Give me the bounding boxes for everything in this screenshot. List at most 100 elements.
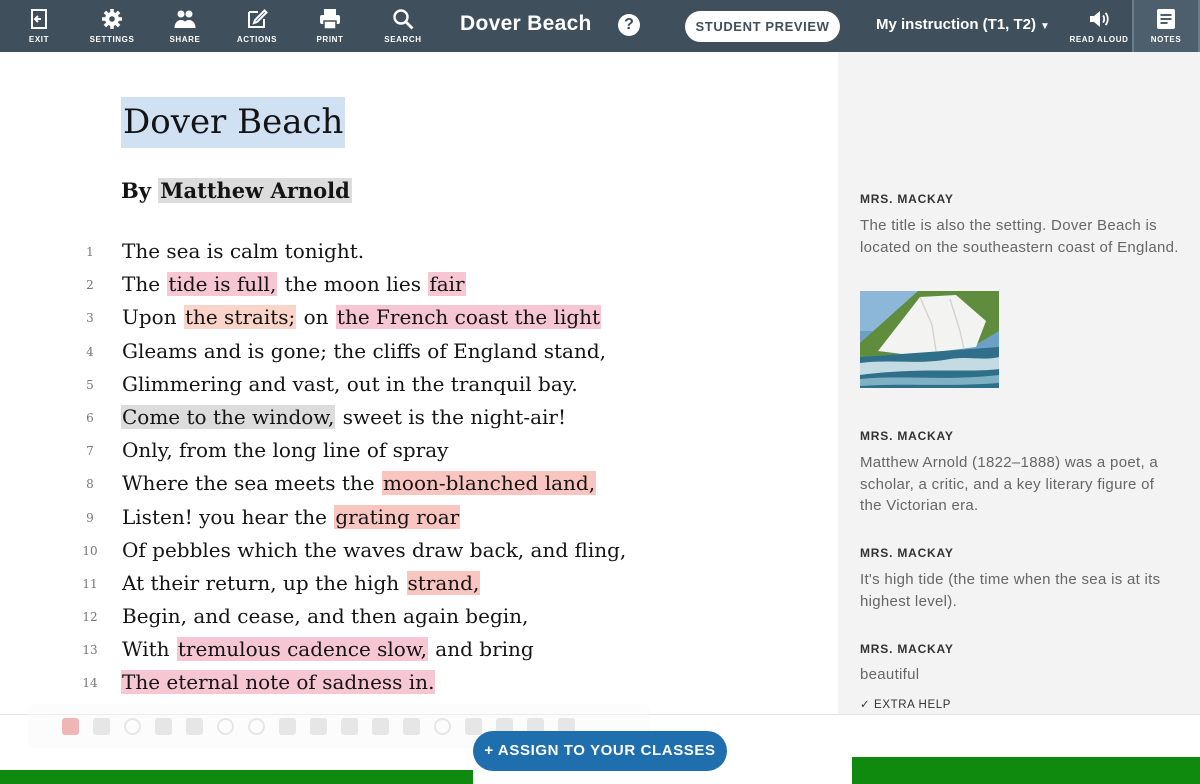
poem-line: 14 The eternal note of sadness in. [0,666,838,699]
line-number: 1 [86,245,94,259]
print-button[interactable]: PRINT [295,0,365,52]
poem-lines: 1 The sea is calm tonight. 2 The tide is fu… [0,235,838,700]
read-aloud-button[interactable]: READ ALOUD [1064,0,1134,52]
highlighted-phrase[interactable]: tide is full, [167,272,278,297]
exit-button[interactable]: EXIT [4,0,74,52]
highlighted-phrase[interactable]: the French coast the light [335,305,602,330]
extra-help-link[interactable]: ✓ EXTRA HELP [860,697,951,711]
search-button[interactable]: SEARCH [368,0,438,52]
line-text: Of pebbles which the waves draw back, an… [121,536,627,565]
poem-line: 7 Only, from the long line of spray [0,434,838,467]
instruction-select[interactable]: My instruction (T1, T2) ▼ [876,16,1050,33]
line-number: 4 [86,344,94,359]
text-segment: the moon lies [278,272,428,297]
text-segment: The [122,272,167,297]
highlighted-phrase[interactable]: strand, [406,570,481,595]
extra-help-label: EXTRA HELP [874,699,951,711]
line-text: Upon the straits; on the French coast th… [121,303,602,332]
text-segment: on [297,305,335,330]
line-text: Gleams and is gone; the cliffs of Englan… [121,337,607,366]
text-segment: With [122,637,176,662]
emoji-icon[interactable] [434,717,451,735]
record-icon[interactable] [62,717,79,735]
text-segment: Begin, and cease, and then again begin, [122,604,529,629]
highlighted-phrase[interactable]: The eternal note of sadness in. [121,670,436,695]
student-preview-button[interactable]: STUDENT PREVIEW [685,11,840,42]
pin-icon: ✓ [860,699,871,711]
line-text: The tide is full, the moon lies fair [121,270,466,299]
text-segment: Listen! you hear the [122,504,334,529]
line-number: 8 [86,477,94,492]
poem-line: 5 Glimmering and vast, out in the tranqui… [0,368,838,401]
gear-icon [102,9,122,29]
line-number: 3 [86,311,94,326]
box-select-icon[interactable] [310,717,327,735]
magic-wand-icon[interactable] [403,717,420,735]
text-tool-icon[interactable] [341,717,358,735]
trash-icon[interactable] [155,717,172,735]
search-label: SEARCH [384,35,422,44]
edit-icon [248,9,268,28]
undo-icon[interactable] [124,717,141,735]
text-segment: The sea is calm tonight. [122,239,365,263]
pause-icon[interactable] [93,717,110,735]
line-number: 11 [82,576,98,591]
pointer-icon[interactable] [279,717,296,735]
notes-label: NOTES [1150,35,1182,44]
author-name[interactable]: Matthew Arnold [158,178,352,203]
poem-line: 1 The sea is calm tonight. [0,235,838,268]
line-text: Glimmering and vast, out in the tranquil… [121,370,579,399]
top-toolbar: EXIT SETTINGS SHARE ACTIONS PRINT SEARCH… [0,0,1200,52]
print-label: PRINT [316,35,344,44]
zoom-icon[interactable] [248,717,265,735]
footer-green-bar [0,770,473,784]
line-text: Begin, and cease, and then again begin, [121,602,529,631]
highlighted-phrase[interactable]: Come to the window, [121,404,336,429]
line-text: Where the sea meets the moon-blanched la… [121,469,597,498]
line-text: Listen! you hear the grating roar [121,503,461,532]
note-text: The title is also the setting. Dover Bea… [860,217,1179,256]
shape-tool-icon[interactable] [372,717,389,735]
line-text: Come to the window, sweet is the night-a… [121,403,567,432]
document-title: Dover Beach [460,12,592,35]
exit-icon [31,9,47,29]
exit-label: EXIT [28,35,50,44]
assign-to-classes-button[interactable]: + ASSIGN TO YOUR CLASSES [473,731,727,771]
line-text: The eternal note of sadness in. [121,668,436,697]
share-users-icon [174,10,196,28]
text-segment: Gleams and is gone; the cliffs of Englan… [122,338,607,363]
byline-prefix: By [121,178,159,203]
line-number: 13 [82,643,98,658]
poem-title[interactable]: Dover Beach [121,97,346,148]
white-cliffs-image[interactable] [860,291,999,388]
note-text: It's high tide (the time when the sea is… [860,571,1161,610]
poem-line: 12 Begin, and cease, and then again begin… [0,600,838,633]
highlighted-phrase[interactable]: the straits; [183,305,297,330]
spotlight-icon[interactable] [217,717,234,735]
printer-icon [320,9,340,30]
text-segment: Glimmering and vast, out in the tranquil… [122,371,578,396]
highlighted-phrase[interactable]: grating roar [334,504,461,529]
highlighted-phrase[interactable]: fair [428,272,466,297]
highlighted-phrase[interactable]: tremulous cadence slow, [176,637,428,662]
highlighter-icon[interactable] [465,717,482,735]
actions-button[interactable]: ACTIONS [222,0,292,52]
line-text: With tremulous cadence slow, and bring [121,635,535,664]
speaker-icon [1090,11,1109,27]
line-number: 6 [86,410,94,425]
share-label: SHARE [169,35,201,44]
reading-area: Dover Beach By Matthew Arnold 1 The sea i… [0,52,838,714]
line-number: 12 [82,610,98,625]
notes-button[interactable]: NOTES [1132,0,1200,52]
actions-label: ACTIONS [236,35,278,44]
poem-line: 2 The tide is full, the moon lies fair [0,268,838,301]
settings-button[interactable]: SETTINGS [77,0,147,52]
text-segment: At their return, up the high [122,570,406,595]
poem-line: 9 Listen! you hear the grating roar [0,501,838,534]
line-number: 14 [82,676,98,691]
notes-panel: MRS. MACKAY The title is also the settin… [838,52,1200,714]
help-button[interactable]: ? [618,14,640,36]
cursor-icon[interactable] [186,717,203,735]
share-button[interactable]: SHARE [150,0,220,52]
highlighted-phrase[interactable]: moon-blanched land, [381,471,597,496]
